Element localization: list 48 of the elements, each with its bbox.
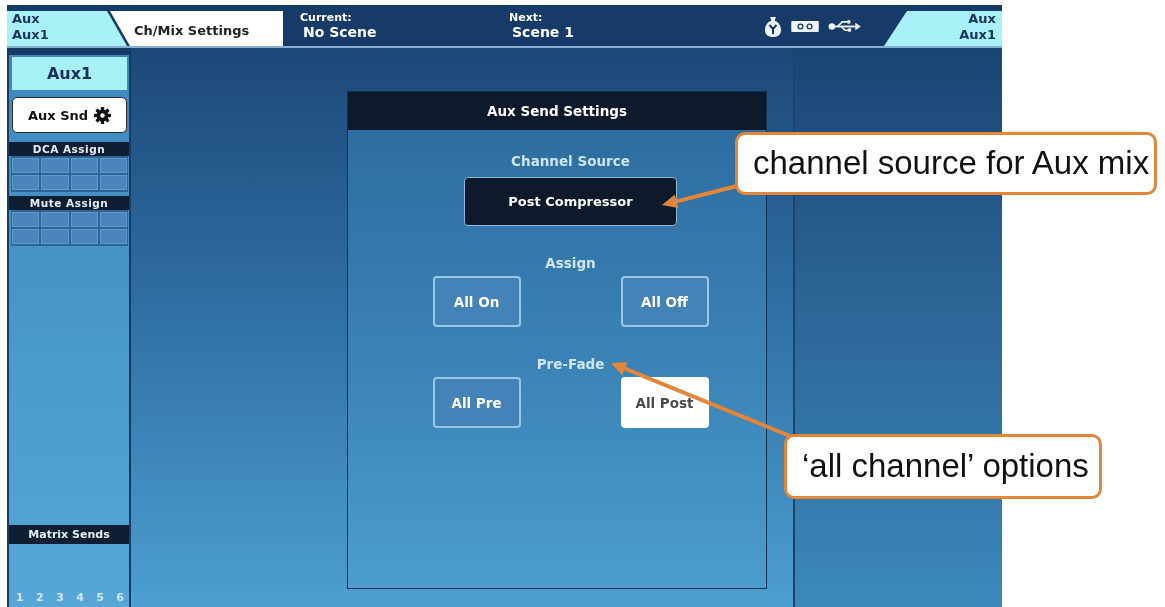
- group-label: Pre-Fade: [536, 356, 605, 373]
- assign-slot[interactable]: [99, 229, 127, 244]
- scene-label: Current:: [300, 11, 353, 24]
- callout-note: channel source for Aux mix: [735, 132, 1157, 195]
- option-button[interactable]: All Pre: [432, 377, 521, 428]
- assign-slot[interactable]: [41, 212, 69, 227]
- assign-slot[interactable]: [12, 158, 40, 173]
- assign-slot[interactable]: [99, 212, 127, 227]
- matrix-send-number[interactable]: 5: [96, 591, 104, 604]
- scene-label: Next:: [509, 11, 544, 24]
- usb-icon[interactable]: [828, 19, 862, 34]
- section-label: Mute Assign: [9, 196, 129, 210]
- cassette-icon[interactable]: [791, 21, 819, 32]
- source-selector[interactable]: Post Compressor: [464, 177, 677, 226]
- assign-slot[interactable]: [99, 158, 127, 173]
- aux-send-button[interactable]: Aux Snd: [12, 97, 127, 133]
- assign-slot[interactable]: [12, 212, 40, 227]
- section-label: Matrix Sends: [9, 525, 129, 544]
- option-button[interactable]: All Post: [620, 377, 709, 428]
- scene-name: Scene 1: [511, 24, 574, 41]
- assign-slot[interactable]: [41, 175, 69, 190]
- assign-slot[interactable]: [12, 175, 40, 190]
- dialog-title: Aux Send Settings: [348, 92, 766, 130]
- callout-note: ‘all channel’ options: [784, 434, 1102, 499]
- assign-slot[interactable]: [70, 212, 98, 227]
- matrix-send-number[interactable]: 1: [16, 591, 24, 604]
- matrix-send-number[interactable]: 3: [56, 591, 64, 604]
- scene-name: No Scene: [302, 24, 378, 41]
- option-button[interactable]: All Off: [620, 276, 709, 327]
- assign-slot[interactable]: [70, 229, 98, 244]
- channel-name: Aux1: [12, 57, 127, 90]
- matrix-send-number[interactable]: 4: [76, 591, 84, 604]
- assign-slot[interactable]: [99, 175, 127, 190]
- group-label: Assign: [545, 255, 596, 272]
- assign-slot[interactable]: [41, 158, 69, 173]
- matrix-send-number[interactable]: 6: [116, 591, 124, 604]
- sack-icon[interactable]: [764, 15, 782, 38]
- settings-icon: [94, 106, 112, 124]
- mix-indicator: Aux Aux1: [884, 11, 1002, 46]
- group-label: Channel Source: [511, 153, 630, 170]
- assign-slot[interactable]: [41, 229, 69, 244]
- mix-indicator: Aux Aux1: [7, 11, 127, 46]
- section-label: DCA Assign: [9, 142, 129, 156]
- assign-slot[interactable]: [70, 175, 98, 190]
- option-button[interactable]: All On: [432, 276, 521, 327]
- assign-slot[interactable]: [70, 158, 98, 173]
- assign-slot[interactable]: [12, 229, 40, 244]
- matrix-send-number[interactable]: 2: [36, 591, 44, 604]
